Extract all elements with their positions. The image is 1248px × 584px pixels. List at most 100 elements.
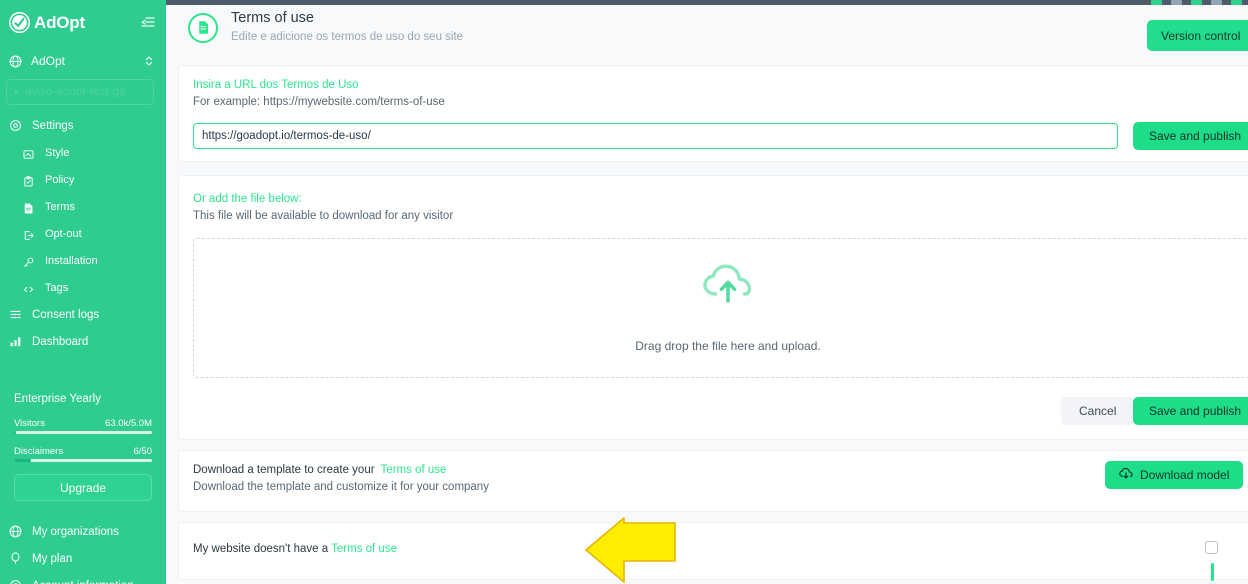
- bar-chart-icon: [9, 335, 22, 348]
- page-header-text: Terms of use Edite e adicione os termos …: [231, 10, 463, 45]
- plan-usage-panel: Enterprise Yearly Visitors 63.0k/5.0M Di…: [0, 393, 166, 501]
- adopt-logo-icon: [9, 12, 30, 33]
- sidebar-item-label: My plan: [32, 552, 73, 565]
- upgrade-button[interactable]: Upgrade: [14, 474, 152, 501]
- topbar-icon-2[interactable]: [1171, 0, 1182, 5]
- main-content: Terms of use Edite e adicione os termos …: [166, 0, 1248, 584]
- template-section-card: Download a template to create your Terms …: [178, 450, 1248, 512]
- list-icon: [9, 308, 22, 321]
- logout-icon: [23, 228, 34, 240]
- template-headline-prefix: Download a template to create your: [193, 464, 375, 476]
- sidebar-item-opt-out[interactable]: Opt-out: [0, 220, 166, 247]
- cancel-button[interactable]: Cancel: [1061, 397, 1135, 425]
- visitors-label: Visitors: [14, 418, 45, 429]
- accent-bar: [1211, 563, 1214, 581]
- disclaimers-value: 6/50: [133, 446, 153, 457]
- topbar-icon-1[interactable]: [1151, 0, 1162, 5]
- sidebar-item-label: Opt-out: [45, 227, 82, 240]
- url-section-example: For example: https://mywebsite.com/terms…: [193, 96, 445, 108]
- sidebar-item-account-information[interactable]: Account information: [0, 572, 166, 584]
- sidebar-item-my-plan[interactable]: My plan: [0, 545, 166, 572]
- balloon-icon: [9, 552, 22, 565]
- visitors-meter-row: Visitors 63.0k/5.0M: [14, 418, 152, 429]
- sidebar-item-label: My organizations: [32, 525, 119, 538]
- plan-title: Enterprise Yearly: [14, 393, 101, 405]
- url-section-card: Insira a URL dos Termos de Uso For examp…: [178, 65, 1248, 162]
- sidebar-item-label: Terms: [45, 200, 75, 213]
- sidebar-item-my-organizations[interactable]: My organizations: [0, 518, 166, 545]
- sidebar-item-label: Account information: [32, 580, 134, 584]
- cloud-upload-icon: [702, 264, 754, 309]
- gear-icon: [9, 119, 22, 132]
- file-section-title: Or add the file below:: [193, 193, 302, 205]
- page-header: Terms of use Edite e adicione os termos …: [188, 10, 463, 45]
- disclaimers-label: Disclaimers: [14, 446, 64, 457]
- disclaimers-progress-bar: [14, 459, 152, 462]
- terms-document-icon: [188, 12, 218, 43]
- no-terms-text-prefix: My website doesn't have a: [193, 543, 332, 555]
- globe-icon: [9, 55, 22, 68]
- version-control-button[interactable]: Version control: [1147, 20, 1248, 51]
- visitors-progress-bar: [14, 431, 152, 434]
- sidebar-item-installation[interactable]: Installation: [0, 247, 166, 274]
- sidebar-item-label: Dashboard: [32, 335, 89, 348]
- url-save-and-publish-button[interactable]: Save and publish: [1133, 122, 1248, 150]
- visitors-value: 63.0k/5.0M: [105, 418, 152, 429]
- code-icon: [23, 282, 34, 293]
- sidebar-brand: AdOpt: [0, 0, 166, 36]
- organization-name: AdOpt: [31, 54, 66, 68]
- chevron-updown-icon[interactable]: [144, 54, 154, 68]
- palette-icon: [23, 147, 34, 159]
- file-save-and-publish-button[interactable]: Save and publish: [1133, 397, 1248, 425]
- template-description: Download the template and customize it f…: [193, 481, 489, 493]
- app-root: AdOpt AdOpt aviso-adopt-test-ga Settings…: [0, 0, 1248, 584]
- sidebar-item-label: Tags: [45, 281, 69, 294]
- top-bar: [166, 0, 1248, 5]
- sidebar-item-style[interactable]: Style: [0, 139, 166, 166]
- sidebar-item-label: Policy: [45, 173, 75, 186]
- template-headline-highlight: Terms of use: [380, 464, 447, 476]
- no-terms-text: My website doesn't have a Terms of use: [193, 543, 397, 555]
- topbar-icon-4[interactable]: [1211, 0, 1222, 5]
- caret-right-icon: [15, 89, 18, 95]
- sidebar-item-policy[interactable]: Policy: [0, 166, 166, 193]
- sidebar-item-settings[interactable]: Settings: [0, 112, 166, 139]
- sidebar-item-consent-logs[interactable]: Consent logs: [0, 301, 166, 328]
- sidebar-nav: Settings Style Policy Terms Opt-out Inst…: [0, 112, 166, 355]
- download-model-button[interactable]: Download model: [1105, 461, 1244, 489]
- sidebar-item-label: Consent logs: [32, 308, 100, 321]
- no-terms-text-highlight: Terms of use: [331, 543, 397, 555]
- dropzone-text: Drag drop the file here and upload.: [635, 338, 821, 353]
- brand-name: AdOpt: [34, 12, 85, 32]
- sidebar-item-label: Settings: [32, 119, 74, 132]
- file-dropzone[interactable]: Drag drop the file here and upload.: [193, 238, 1248, 378]
- file-upload-section-card: Or add the file below: This file will be…: [178, 175, 1248, 440]
- sidebar-item-label: Installation: [45, 254, 98, 267]
- sidebar-item-label: Style: [45, 146, 70, 159]
- file-section-description: This file will be available to download …: [193, 210, 454, 222]
- sidebar-subsite-selector[interactable]: aviso-adopt-test-ga: [6, 79, 154, 105]
- topbar-icon-3[interactable]: [1191, 0, 1202, 5]
- terms-url-input[interactable]: [193, 123, 1118, 149]
- no-terms-section-card: My website doesn't have a Terms of use: [178, 522, 1248, 581]
- url-section-title: Insira a URL dos Termos de Uso: [193, 79, 359, 91]
- visitors-progress-fill: [14, 431, 16, 434]
- page-title: Terms of use: [231, 10, 314, 26]
- organization-selector[interactable]: AdOpt: [0, 48, 166, 74]
- no-terms-checkbox[interactable]: [1205, 541, 1218, 554]
- sidebar-item-dashboard[interactable]: Dashboard: [0, 328, 166, 355]
- sidebar-bottom-nav: My organizations My plan: [0, 518, 166, 584]
- topbar-icon-5[interactable]: [1231, 0, 1242, 5]
- template-headline: Download a template to create your Terms …: [193, 464, 446, 476]
- page-subtitle: Edite e adicione os termos de uso do seu…: [231, 31, 464, 43]
- top-bar-icons: [1151, 0, 1242, 5]
- sidebar-item-terms[interactable]: Terms: [0, 193, 166, 220]
- sidebar-item-tags[interactable]: Tags: [0, 274, 166, 301]
- disclaimers-meter-row: Disclaimers 6/50: [14, 446, 152, 457]
- key-icon: [23, 255, 34, 267]
- collapse-sidebar-icon[interactable]: [140, 15, 156, 31]
- clipboard-icon: [23, 174, 34, 187]
- cloud-download-icon: [1119, 467, 1133, 483]
- document-icon: [23, 201, 34, 214]
- disclaimers-progress-fill: [14, 459, 31, 462]
